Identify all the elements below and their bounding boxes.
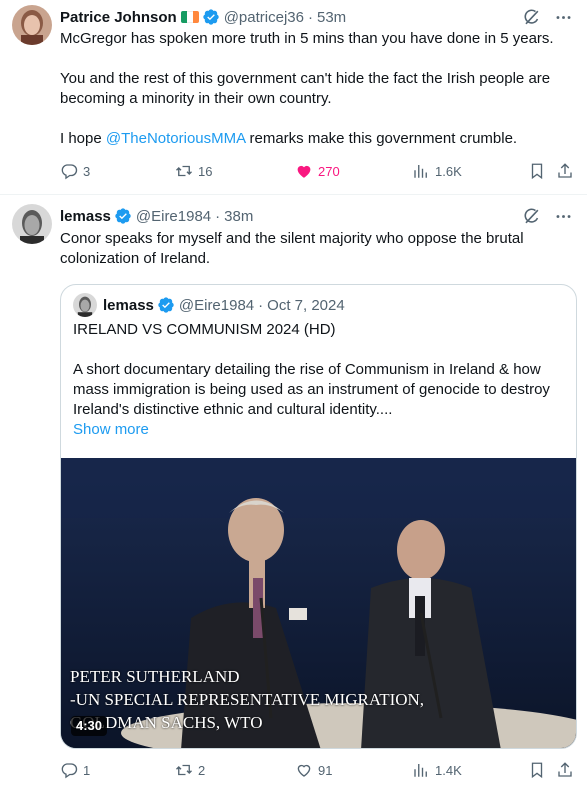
reply-icon [61,164,78,180]
retweet-count: 16 [198,163,213,179]
reply-count: 3 [83,163,91,179]
quote-header: lemass @Eire1984 · Oct 7, 2024 [73,293,345,317]
tweet-header: lemass @Eire1984 · 38m [60,206,253,226]
like-count: 91 [318,762,333,778]
quote-avatar [73,293,97,317]
display-name[interactable]: lemass [60,208,111,225]
grok-icon[interactable] [521,206,541,226]
retweet-button[interactable]: 2 [175,761,205,779]
separator-dot: · [307,8,313,26]
share-icon [558,762,572,777]
like-button[interactable]: 270 [295,162,340,180]
tweet-top-icons [521,206,573,226]
views-count: 1.6K [435,163,462,179]
tweet-text-part: remarks make this government crumble. [245,130,518,147]
quote-date: Oct 7, 2024 [267,296,345,314]
tweet-text: Conor speaks for myself and the silent m… [60,230,528,267]
like-count: 270 [318,163,340,179]
show-more-link[interactable]: Show more [73,421,149,438]
views-button[interactable]: 1.6K [412,162,462,180]
reply-button[interactable]: 1 [60,761,90,779]
avatar[interactable] [12,5,52,45]
heart-icon [297,165,311,178]
views-count: 1.4K [435,762,462,778]
verified-icon [202,8,220,26]
retweet-button[interactable]: 16 [175,162,212,180]
user-handle[interactable]: @patricej36 [224,9,304,26]
share-button[interactable] [556,162,574,180]
like-button[interactable]: 91 [295,761,332,779]
reply-icon [61,763,78,779]
tweet-text: McGregor has spoken more truth in 5 mins… [60,29,575,149]
bookmark-button[interactable] [528,162,546,180]
quote-text: IRELAND VS COMMUNISM 2024 (HD) A short d… [73,321,550,418]
tweet-header: Patrice Johnson @patricej36 · 53m [60,7,346,27]
more-icon[interactable] [553,7,573,27]
views-icon [414,165,427,178]
views-button[interactable]: 1.4K [412,761,462,779]
more-icon[interactable] [553,206,573,226]
mention-link[interactable]: @TheNotoriousMMA [106,130,245,147]
verified-icon [114,207,132,225]
reply-button[interactable]: 3 [60,162,90,180]
timestamp[interactable]: 53m [317,9,346,26]
quoted-tweet[interactable]: lemass @Eire1984 · Oct 7, 2024 IRELAND V… [60,284,577,749]
irish-flag-icon [180,11,199,23]
display-name[interactable]: Patrice Johnson [60,9,177,26]
retweet-icon [176,165,192,177]
reply-count: 1 [83,762,91,778]
retweet-icon [176,764,192,776]
share-button[interactable] [556,761,574,779]
user-handle[interactable]: @Eire1984 [136,208,211,225]
share-icon [558,163,572,178]
tweet-patrice-johnson[interactable]: Patrice Johnson @patricej36 · 53m McGreg… [0,0,587,195]
quote-handle: @Eire1984 [178,296,255,314]
tweet-top-icons [521,7,573,27]
tweet-actions: 3 16 270 1.6K [60,161,575,181]
quote-display-name: lemass [103,296,154,314]
retweet-count: 2 [198,762,206,778]
heart-icon [297,764,311,777]
verified-icon [157,296,175,314]
views-icon [414,764,427,777]
separator-dot: · [215,207,221,225]
video-caption-line: PETER SUTHERLAND [70,667,240,686]
grok-icon[interactable] [521,7,541,27]
bookmark-icon [531,762,543,779]
separator-dot: · [258,296,264,314]
bookmark-button[interactable] [528,761,546,779]
tweet-actions: 1 2 91 1.4K [60,760,575,780]
video-caption-line: -UN SPECIAL REPRESENTATIVE MIGRATION, [70,690,425,709]
video-duration-badge: 4:30 [71,716,108,736]
video-player[interactable]: PETER SUTHERLAND -UN SPECIAL REPRESENTAT… [61,458,576,748]
avatar[interactable] [12,204,52,244]
timestamp[interactable]: 38m [224,208,253,225]
bookmark-icon [531,163,543,180]
